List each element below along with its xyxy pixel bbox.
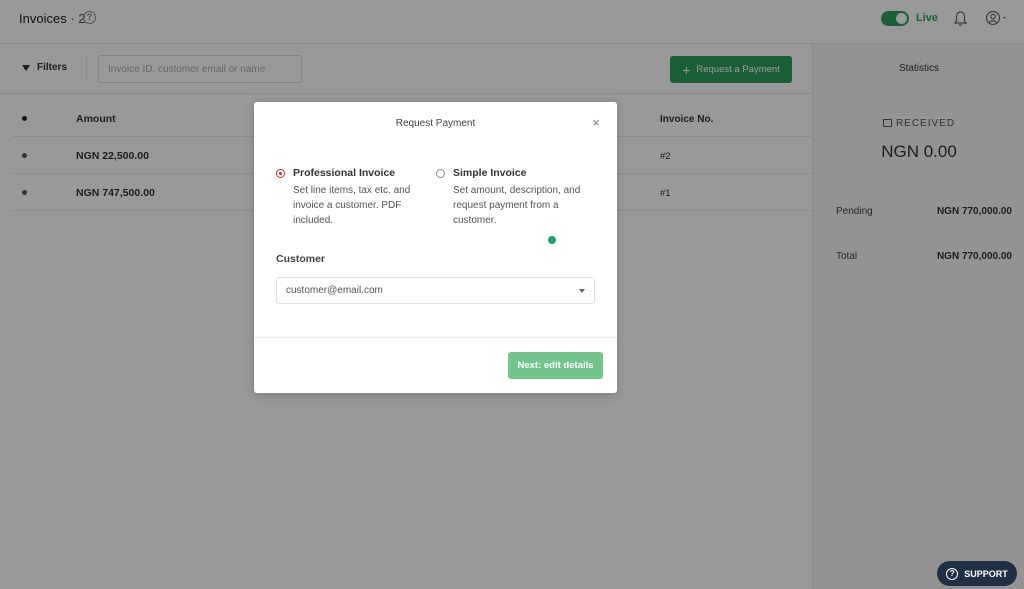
modal-title: Request Payment bbox=[395, 118, 476, 129]
option-title: Simple Invoice bbox=[453, 167, 527, 179]
help-icon: ? bbox=[946, 567, 959, 580]
close-icon[interactable]: × bbox=[592, 116, 600, 129]
support-label: SUPPORT bbox=[964, 568, 1008, 579]
customer-select-value: customer@email.com bbox=[286, 285, 383, 296]
next-edit-details-button[interactable]: Next: edit details bbox=[508, 352, 603, 379]
option-description: Set line items, tax etc. and invoice a c… bbox=[293, 185, 411, 226]
customer-select[interactable]: customer@email.com bbox=[276, 277, 595, 304]
status-dot bbox=[548, 236, 556, 244]
radio-professional-invoice[interactable] bbox=[276, 169, 285, 178]
support-button[interactable]: ? SUPPORT bbox=[937, 561, 1017, 586]
customer-label: Customer bbox=[276, 253, 326, 265]
divider bbox=[254, 337, 617, 338]
chevron-down-icon bbox=[579, 288, 585, 293]
radio-simple-invoice[interactable] bbox=[436, 169, 445, 178]
option-description: Set amount, description, and request pay… bbox=[453, 185, 581, 226]
option-title: Professional Invoice bbox=[293, 167, 396, 179]
request-payment-modal: Request Payment × Professional Invoice S… bbox=[254, 102, 617, 393]
